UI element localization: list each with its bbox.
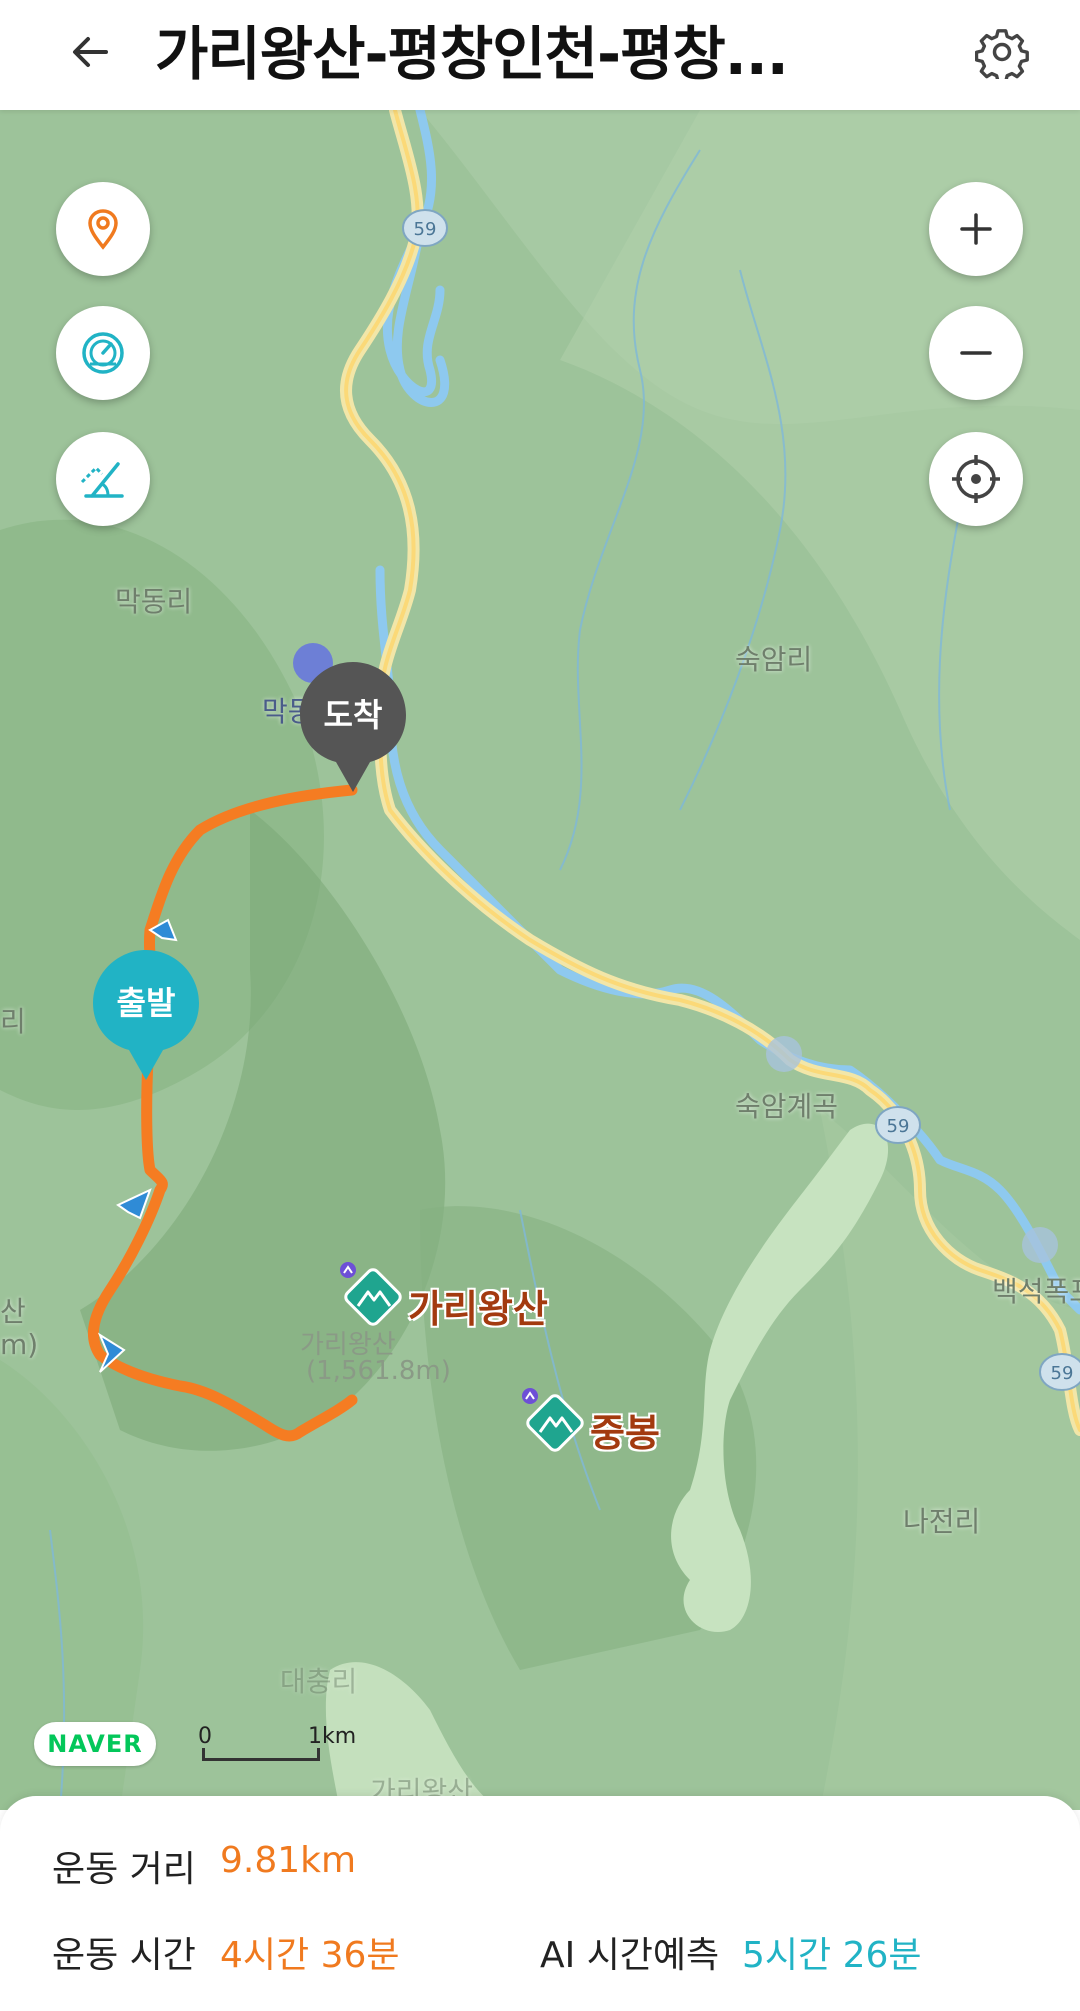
- poi-marker: [1022, 1227, 1058, 1263]
- mountain-icon: [340, 1262, 402, 1326]
- svg-text:59: 59: [887, 1116, 910, 1137]
- place-label: 숙암계곡: [735, 1090, 839, 1123]
- peak-height-label: (1,561.8m): [306, 1356, 451, 1386]
- back-arrow-icon: [73, 37, 108, 67]
- peak-marker[interactable]: [520, 1388, 590, 1458]
- location-pin-icon: [88, 209, 118, 250]
- place-label: 산: [0, 1295, 26, 1328]
- page-title: 가리왕산-평창인천-평창...: [155, 20, 789, 88]
- place-label: 막동리: [115, 585, 193, 618]
- road-badge-59: 59: [402, 209, 448, 247]
- back-button[interactable]: [52, 14, 128, 90]
- arrive-pin-label: 도착: [323, 696, 383, 734]
- distance-label: 운동 거리: [52, 1849, 196, 1890]
- arrive-pin[interactable]: 도착: [300, 662, 406, 794]
- place-label: m): [0, 1328, 39, 1361]
- time-label: 운동 시간: [52, 1935, 196, 1976]
- peak-marker[interactable]: [338, 1262, 408, 1332]
- start-pin[interactable]: 출발: [93, 950, 199, 1082]
- speedometer-icon: [82, 332, 124, 374]
- my-location-button[interactable]: [56, 182, 150, 276]
- place-label: 나전리: [903, 1505, 981, 1538]
- slope-angle-icon: [80, 462, 124, 498]
- place-label: 백석폭포: [992, 1275, 1080, 1308]
- workout-summary-panel: 운동 거리 9.81km 운동 시간 4시간 36분 AI 시간예측 5시간 2…: [0, 1796, 1080, 2011]
- elevation-button[interactable]: [56, 432, 150, 526]
- start-pin-label: 출발: [116, 984, 176, 1022]
- naver-logo: NAVER: [34, 1722, 156, 1766]
- place-label: 대충리: [280, 1665, 358, 1698]
- crosshair-icon: [952, 455, 1000, 503]
- place-label: 리: [0, 1005, 26, 1038]
- zoom-in-button[interactable]: [929, 182, 1023, 276]
- mountain-icon: [522, 1388, 584, 1452]
- road-badge-59: 59: [875, 1106, 921, 1144]
- ai-estimate-label: AI 시간예측: [540, 1935, 720, 1976]
- scale-label: 1km: [308, 1724, 357, 1749]
- place-label: 숙암리: [735, 643, 813, 676]
- distance-value: 9.81km: [220, 1840, 357, 1881]
- map-scale: 0 1km: [198, 1724, 368, 1768]
- speed-button[interactable]: [56, 306, 150, 400]
- map-view[interactable]: 59 59 59 막동리 막동 숙암리 숙암계곡 백석폭포 나전리 리 산 m)…: [0, 110, 1080, 1810]
- svg-text:59: 59: [414, 219, 437, 240]
- top-app-bar: 가리왕산-평창인천-평창...: [0, 0, 1080, 110]
- ai-estimate-value: 5시간 26분: [742, 1935, 922, 1976]
- recenter-button[interactable]: [929, 432, 1023, 526]
- scale-bar: [202, 1748, 320, 1761]
- scale-zero: 0: [198, 1724, 212, 1749]
- svg-text:59: 59: [1051, 1363, 1074, 1384]
- time-value: 4시간 36분: [220, 1935, 400, 1976]
- zoom-out-button[interactable]: [929, 306, 1023, 400]
- gear-icon: [975, 29, 1029, 79]
- peak-name-label: 중봉: [590, 1411, 660, 1455]
- minus-icon: [960, 351, 992, 355]
- peak-name-label: 가리왕산: [408, 1287, 548, 1331]
- poi-marker: [766, 1036, 802, 1072]
- settings-button[interactable]: [962, 12, 1042, 92]
- plus-icon: [960, 213, 992, 245]
- road-badge-59: 59: [1039, 1353, 1080, 1391]
